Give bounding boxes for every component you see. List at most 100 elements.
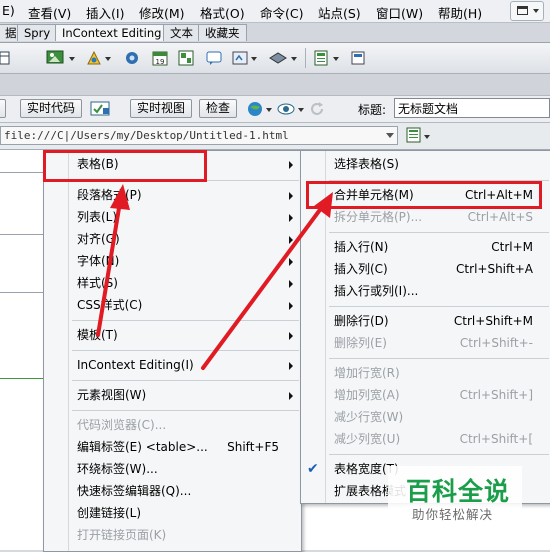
tab-favorites[interactable]: 收藏夹 [198, 24, 247, 41]
workspace-switcher-button[interactable] [510, 1, 544, 21]
menu-separator [72, 380, 299, 381]
comment-icon[interactable] [206, 50, 222, 66]
separator [305, 48, 306, 68]
menu-item-edit-tag[interactable]: 编辑标签(E) <table>... Shift+F5 [44, 436, 301, 458]
widget-gear-icon[interactable] [124, 50, 140, 66]
chevron-down-icon[interactable] [266, 108, 272, 112]
menu-item-decrease-column-span: 减少列宽(U) Ctrl+Shift+[ [301, 428, 550, 450]
refresh-icon[interactable] [309, 101, 325, 117]
server-side-include-icon[interactable] [178, 50, 194, 66]
menu-item-insert-rows-or-columns[interactable]: 插入行或列(I)... [301, 280, 550, 302]
menu-item-list[interactable]: 列表(L) [44, 206, 301, 228]
document-tab-strip [0, 74, 550, 96]
menu-item-label: 减少列宽(U) [334, 432, 401, 446]
insert-toolbar: 19 [0, 43, 550, 74]
table-width-indicator [0, 378, 44, 379]
inspect-button[interactable]: 检查 [199, 99, 238, 118]
menu-item-label: 列表(L) [77, 210, 118, 224]
address-bar: file:///C|/Users/my/Desktop/Untitled-1.h… [0, 123, 550, 150]
menu-window[interactable]: 窗口(W) [376, 3, 423, 22]
submenu-arrow-icon [289, 280, 293, 288]
menu-item-style[interactable]: 样式(S) [44, 272, 301, 294]
menu-item-shortcut: Ctrl+M [491, 240, 533, 254]
template-icon[interactable] [313, 50, 329, 66]
live-view-button[interactable]: 实时视图 [130, 99, 193, 118]
chevron-down-icon[interactable] [291, 57, 297, 61]
address-field[interactable]: file:///C|/Users/my/Desktop/Untitled-1.h… [0, 126, 398, 145]
menu-item-incontext-editing[interactable]: InContext Editing(I) [44, 354, 301, 376]
chevron-down-icon[interactable] [424, 135, 430, 139]
menu-item-shortcut: Ctrl+Shift+A [456, 262, 533, 276]
browser-preview-icon[interactable] [247, 101, 265, 118]
menu-item-label: 代码浏览器(C)... [77, 418, 167, 432]
menu-item-font[interactable]: 字体(N) [44, 250, 301, 272]
menu-item-label: 字体(N) [77, 254, 120, 268]
menu-item-increase-row-span: 增加行宽(R) [301, 362, 550, 384]
tag-chooser-icon[interactable] [350, 50, 366, 66]
head-icon[interactable] [232, 50, 248, 66]
design-view-button[interactable] [0, 99, 6, 118]
menu-format[interactable]: 格式(O) [200, 3, 245, 22]
context-menu: 表格(B) 段落格式(P) 列表(L) 对齐(G) 字体(N) 样式(S) CS… [43, 150, 302, 552]
menu-item-delete-row[interactable]: 删除行(D) Ctrl+Shift+M [301, 310, 550, 332]
validate-icon[interactable] [90, 100, 112, 117]
menu-item-label: 编辑标签(E) <table>... [77, 440, 208, 454]
chevron-down-icon[interactable] [333, 57, 339, 61]
script-icon[interactable] [268, 50, 288, 66]
chevron-down-icon[interactable] [69, 57, 75, 61]
menu-item-insert-row[interactable]: 插入行(N) Ctrl+M [301, 236, 550, 258]
table-icon[interactable] [0, 50, 10, 66]
submenu-arrow-icon [289, 192, 293, 200]
menu-help[interactable]: 帮助(H) [438, 3, 482, 22]
menu-insert[interactable]: 插入(I) [86, 3, 124, 22]
menu-item-label: 样式(S) [77, 276, 118, 290]
chevron-down-icon[interactable] [298, 108, 304, 112]
tab-incontext-editing[interactable]: InContext Editing [55, 24, 169, 41]
table-border-line [0, 172, 44, 173]
menu-item-quick-tag-editor[interactable]: 快速标签编辑器(Q)... [44, 480, 301, 502]
menu-item-paragraph-format[interactable]: 段落格式(P) [44, 184, 301, 206]
chevron-down-icon[interactable] [105, 57, 111, 61]
menu-edit[interactable]: E) [2, 3, 15, 18]
menu-item-label: 删除列(E) [334, 336, 387, 350]
menu-separator [329, 232, 549, 233]
menu-item-delete-column: 删除列(E) Ctrl+Shift+- [301, 332, 550, 354]
menu-item-split-cell: 拆分单元格(P)... Ctrl+Alt+S [301, 206, 550, 228]
menu-item-css-styles[interactable]: CSS样式(C) [44, 294, 301, 316]
menu-separator [329, 454, 549, 455]
menu-item-open-linked-page: 打开链接页面(K) [44, 524, 301, 546]
menu-item-label: 环绕标签(W)... [77, 462, 158, 476]
tab-spry[interactable]: Spry [17, 24, 58, 41]
submenu-arrow-icon [289, 258, 293, 266]
menu-item-align[interactable]: 对齐(G) [44, 228, 301, 250]
menu-item-element-view[interactable]: 元素视图(W) [44, 384, 301, 406]
tab-text[interactable]: 文本 [163, 24, 200, 41]
visual-aids-eye-icon[interactable] [277, 101, 297, 118]
menu-item-decrease-row-span: 减少行宽(W) [301, 406, 550, 428]
date-icon[interactable]: 19 [152, 50, 168, 66]
image-icon[interactable] [46, 50, 66, 66]
menu-item-shortcut: Ctrl+Shift+- [459, 336, 533, 350]
menu-item-wrap-tag[interactable]: 环绕标签(W)... [44, 458, 301, 480]
page-title-input[interactable]: 无标题文档 [394, 98, 550, 118]
submenu-arrow-icon [289, 392, 293, 400]
menu-item-insert-column[interactable]: 插入列(C) Ctrl+Shift+A [301, 258, 550, 280]
submenu-arrow-icon [289, 214, 293, 222]
browser-navigation-icon[interactable] [406, 127, 424, 144]
menu-item-label: 选择表格(S) [334, 157, 399, 171]
menu-item-select-table[interactable]: 选择表格(S) [301, 153, 550, 175]
menu-site[interactable]: 站点(S) [318, 3, 361, 22]
menu-view[interactable]: 查看(V) [28, 3, 71, 22]
chevron-down-icon[interactable] [251, 57, 257, 61]
menu-commands[interactable]: 命令(C) [260, 3, 303, 22]
live-code-button[interactable]: 实时代码 [20, 99, 83, 118]
menu-item-templates[interactable]: 模板(T) [44, 324, 301, 346]
chevron-down-icon[interactable] [386, 133, 394, 138]
menu-item-shortcut: Ctrl+Shift+] [459, 388, 533, 402]
menu-separator [72, 320, 299, 321]
menu-modify[interactable]: 修改(M) [139, 3, 185, 22]
media-icon[interactable] [86, 50, 102, 66]
submenu-arrow-icon [289, 236, 293, 244]
menu-item-make-link[interactable]: 创建链接(L) [44, 502, 301, 524]
menu-item-label: 对齐(G) [77, 232, 120, 246]
